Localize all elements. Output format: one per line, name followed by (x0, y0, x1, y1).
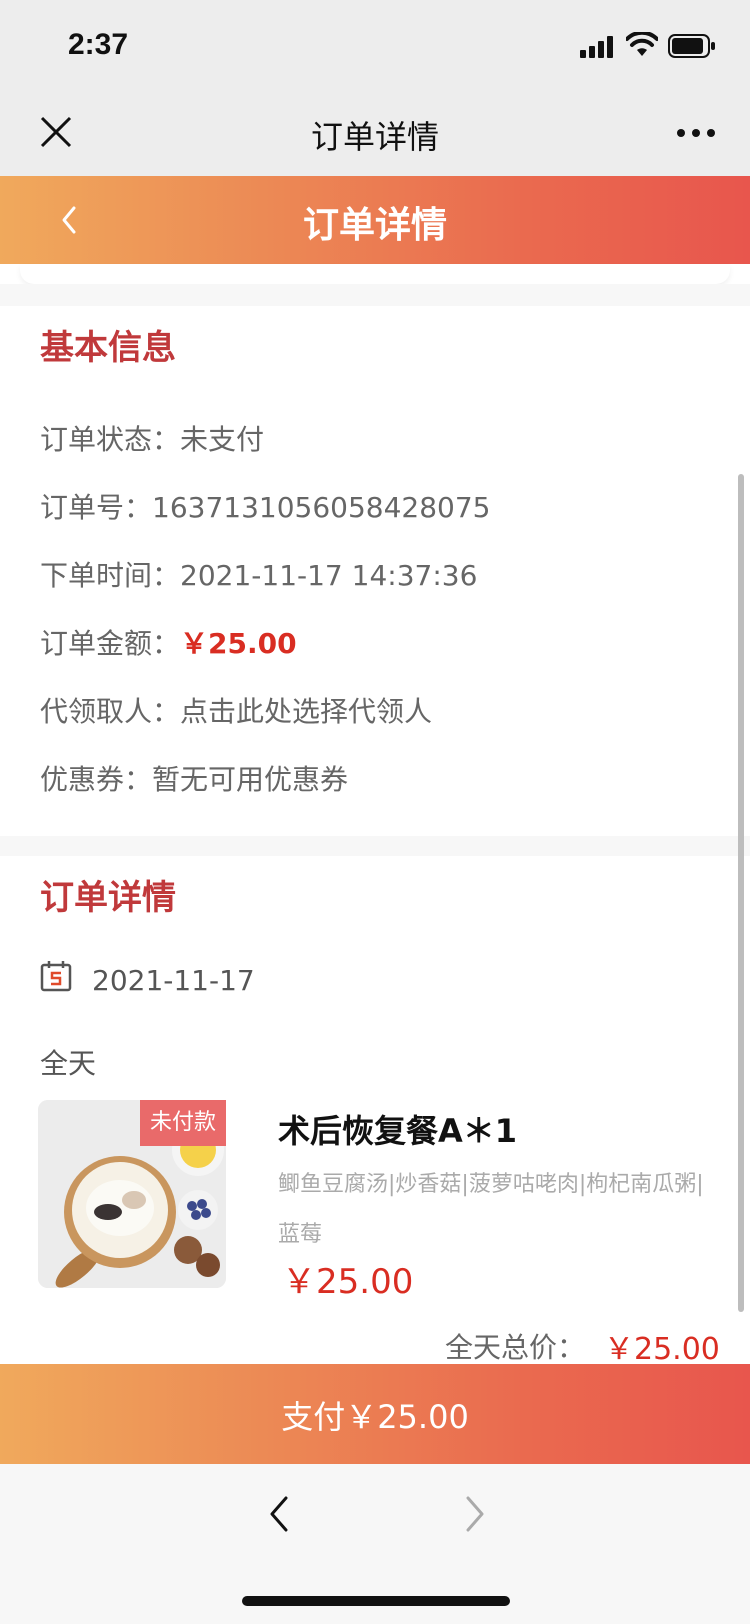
order-date: 2021-11-17 (92, 964, 255, 997)
basic-info-title: 基本信息 (40, 328, 176, 368)
order-time-row: 下单时间：2021-11-17 14:37:36 (40, 554, 477, 594)
order-number-label: 订单号： (40, 491, 153, 524)
pickup-person-row[interactable]: 代领取人：点击此处选择代领人 (40, 690, 432, 730)
nav-forward-icon[interactable] (462, 1494, 488, 1534)
coupon-row[interactable]: 优惠券：暂无可用优惠券 (40, 758, 348, 798)
coupon-label: 优惠券： (40, 763, 153, 796)
scrollbar[interactable] (738, 474, 744, 1312)
order-amount-label: 订单金额： (40, 627, 181, 660)
order-status-value: 未支付 (180, 423, 265, 456)
order-time-value: 2021-11-17 14:37:36 (180, 559, 478, 592)
pickup-person-label: 代领取人： (40, 695, 181, 728)
divider (0, 284, 750, 306)
order-number-value: 1637131056058428075 (152, 491, 491, 524)
order-amount-value: ￥25.00 (180, 627, 297, 660)
divider (0, 836, 750, 856)
order-status-label: 订单状态： (40, 423, 181, 456)
calendar-icon (40, 961, 72, 992)
period-label: 全天 (40, 1047, 97, 1080)
page-title: 订单详情 (302, 205, 447, 246)
total-value: ￥25.00 (604, 1332, 720, 1367)
order-status-row: 订单状态：未支付 (40, 418, 264, 458)
total-label: 全天总价： (445, 1331, 586, 1364)
top-card (20, 264, 730, 284)
item-price: ￥25.00 (282, 1262, 414, 1302)
home-indicator[interactable] (242, 1596, 510, 1606)
wifi-icon (626, 32, 658, 56)
status-time: 2:37 (68, 28, 129, 61)
item-name: 术后恢复餐A＊1 (278, 1112, 518, 1150)
signal-icon (580, 36, 613, 58)
order-number-row: 订单号：1637131056058428075 (40, 486, 491, 526)
order-detail-title: 订单详情 (40, 878, 176, 918)
wechat-nav-title: 订单详情 (310, 118, 439, 156)
coupon-value[interactable]: 暂无可用优惠券 (152, 763, 348, 796)
order-amount-row: 订单金额：￥25.00 (40, 622, 297, 662)
item-description: 鲫鱼豆腐汤|炒香菇|菠萝咕咾肉|枸杞南瓜粥|蓝莓 (278, 1172, 704, 1247)
more-icon[interactable] (676, 128, 716, 138)
nav-back-icon[interactable] (266, 1494, 292, 1534)
order-time-label: 下单时间： (40, 559, 181, 592)
battery-icon (668, 34, 715, 58)
pay-button-label[interactable]: 支付￥25.00 (0, 1392, 750, 1438)
pickup-person-selector[interactable]: 点击此处选择代领人 (180, 695, 432, 728)
unpaid-badge: 未付款 (140, 1100, 226, 1146)
